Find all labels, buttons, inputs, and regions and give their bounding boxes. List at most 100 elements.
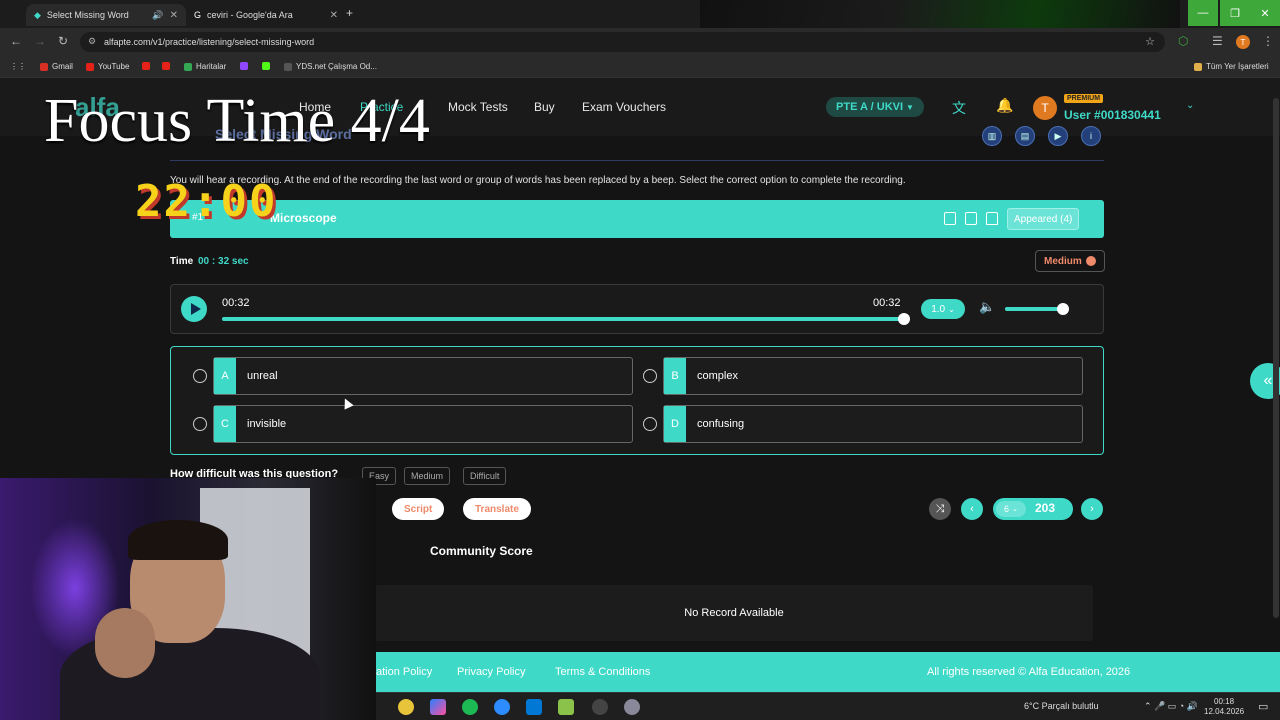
volume-slider[interactable] — [1005, 303, 1069, 315]
person-hair — [128, 520, 228, 560]
tab-search-icon[interactable]: ☰ — [1212, 34, 1223, 48]
exam-selector[interactable]: PTE A / UKVI ▼ — [826, 97, 924, 117]
option-box[interactable]: C invisible — [213, 405, 633, 443]
footer-policy-link[interactable]: ation Policy — [376, 666, 432, 678]
page-selector[interactable]: 6 ⌄ 203 — [993, 498, 1073, 520]
option-radio[interactable] — [193, 369, 207, 383]
prev-page-button[interactable]: ‹ — [961, 498, 983, 520]
system-clock[interactable]: 00:18 12.04.2026 — [1204, 697, 1244, 717]
close-icon[interactable]: ✕ — [170, 10, 178, 21]
tray-icons[interactable]: ⌃ 🎤 ▭ ◔ 🔊 — [1144, 701, 1198, 712]
speed-selector[interactable]: 1.0 ⌄ — [921, 299, 965, 319]
bookmark-twitch[interactable] — [240, 62, 248, 70]
volume-handle[interactable] — [1056, 303, 1069, 315]
bell-icon[interactable]: 🔔 — [996, 97, 1013, 114]
tabbar-background — [700, 0, 1180, 28]
tab-select-missing-word[interactable]: ◆ Select Missing Word 🔊 ✕ — [26, 4, 186, 26]
yds-icon — [284, 62, 292, 71]
footer-terms-link[interactable]: Terms & Conditions — [555, 666, 650, 678]
option-box[interactable]: D confusing — [663, 405, 1083, 443]
info-icon[interactable]: i — [1081, 126, 1101, 146]
tab-ceviri[interactable]: G ceviri - Google'da Ara ✕ — [186, 4, 346, 26]
forward-icon[interactable]: → — [34, 34, 46, 48]
bookmark-yds[interactable]: YDS.net Çalışma Od... — [284, 62, 377, 71]
volume-icon[interactable]: 🔈 — [979, 299, 995, 315]
reload-icon[interactable]: ↻ — [58, 34, 68, 48]
maximize-button[interactable]: ❐ — [1220, 0, 1250, 26]
audio-icon[interactable]: 🔊 — [152, 10, 163, 21]
all-bookmarks[interactable]: Tüm Yer İşaretleri — [1194, 62, 1269, 71]
notification-icon[interactable]: ▭ — [1258, 700, 1268, 713]
weather-widget[interactable]: 6°C Parçalı bulutlu — [1024, 701, 1099, 711]
option-box[interactable]: A unreal — [213, 357, 633, 395]
option-a[interactable]: A unreal — [193, 357, 633, 395]
apps-icon[interactable]: ⋮⋮ — [10, 62, 26, 71]
address-row: ← → ↻ ⚙ alfapte.com/v1/practice/listenin… — [0, 28, 1280, 56]
difficulty-difficult-button[interactable]: Difficult — [463, 467, 507, 485]
next-page-button[interactable]: › — [1081, 498, 1103, 520]
close-window-button[interactable]: ✕ — [1250, 0, 1280, 26]
obs-icon[interactable] — [592, 699, 608, 715]
option-radio[interactable] — [643, 417, 657, 431]
bookmark-star-icon[interactable]: ☆ — [1145, 35, 1155, 48]
app-icon[interactable] — [624, 699, 640, 715]
play-button[interactable] — [181, 296, 207, 322]
answer-options: A unreal B complex C invisible D confusi… — [170, 346, 1104, 455]
option-radio[interactable] — [643, 369, 657, 383]
scrollbar[interactable] — [1273, 98, 1279, 618]
option-box[interactable]: B complex — [663, 357, 1083, 395]
extension-icon[interactable]: ⬡ — [1178, 34, 1188, 48]
progress-track[interactable] — [222, 313, 910, 325]
chevron-down-icon[interactable]: ⌄ — [1186, 100, 1194, 111]
site-info-icon[interactable]: ⚙ — [88, 36, 96, 47]
browser-tab-bar: ◆ Select Missing Word 🔊 ✕ G ceviri - Goo… — [0, 0, 1280, 28]
zoom-icon[interactable] — [494, 699, 510, 715]
new-tab-icon[interactable]: + — [346, 6, 353, 20]
bookmark-icon[interactable] — [986, 212, 998, 225]
option-d[interactable]: D confusing — [643, 405, 1083, 443]
bookmark-youtube-2[interactable] — [142, 62, 150, 70]
minimize-button[interactable]: — — [1188, 0, 1218, 26]
close-icon[interactable]: ✕ — [330, 10, 338, 21]
stats-icon[interactable]: ▥ — [982, 126, 1002, 146]
menu-icon[interactable]: ⋮ — [1262, 34, 1274, 48]
shuffle-icon[interactable]: ⤨ — [929, 498, 951, 520]
bookmark-maps[interactable]: Haritalar — [184, 62, 226, 71]
video-icon[interactable]: ▶ — [1048, 126, 1068, 146]
nav-exam-vouchers[interactable]: Exam Vouchers — [582, 100, 666, 114]
list-icon[interactable]: ▤ — [1015, 126, 1035, 146]
audio-player: 00:32 00:32 1.0 ⌄ 🔈 — [170, 284, 1104, 334]
bookmark-kick[interactable] — [262, 62, 270, 70]
option-radio[interactable] — [193, 417, 207, 431]
script-button[interactable]: Script — [392, 498, 445, 520]
time-label: Time — [170, 256, 194, 267]
chrome-icon[interactable] — [398, 699, 414, 715]
difficulty-medium-button[interactable]: Medium — [404, 467, 451, 485]
progress-handle[interactable] — [898, 313, 910, 325]
twitch-icon — [240, 62, 248, 70]
copilot-icon[interactable] — [430, 699, 446, 715]
translate-button[interactable]: Translate — [463, 498, 531, 520]
note-icon[interactable] — [965, 212, 977, 225]
profile-avatar[interactable]: T — [1236, 35, 1250, 49]
premium-badge: PREMIUM — [1064, 94, 1104, 103]
option-b[interactable]: B complex — [643, 357, 1083, 395]
bookmark-gmail[interactable]: Gmail — [40, 62, 73, 71]
font-size-icon[interactable] — [944, 212, 956, 225]
android-icon[interactable] — [558, 699, 574, 715]
back-icon[interactable]: ← — [10, 34, 22, 48]
option-c[interactable]: C invisible — [193, 405, 633, 443]
appeared-badge[interactable]: Appeared (4) — [1007, 208, 1080, 230]
translate-icon[interactable]: 文 — [952, 98, 966, 118]
url-field[interactable]: ⚙ alfapte.com/v1/practice/listening/sele… — [80, 32, 1165, 52]
page-number-select[interactable]: 6 ⌄ — [996, 501, 1026, 517]
nav-buy[interactable]: Buy — [534, 100, 555, 114]
user-avatar[interactable]: T — [1033, 96, 1057, 120]
nav-mock-tests[interactable]: Mock Tests — [448, 100, 508, 114]
footer-privacy-link[interactable]: Privacy Policy — [457, 666, 525, 678]
bookmark-youtube[interactable]: YouTube — [86, 62, 129, 71]
bookmark-youtube-3[interactable] — [162, 62, 170, 70]
spotify-icon[interactable] — [462, 699, 478, 715]
calculator-icon[interactable] — [526, 699, 542, 715]
user-name[interactable]: User #001830441 — [1064, 108, 1161, 122]
